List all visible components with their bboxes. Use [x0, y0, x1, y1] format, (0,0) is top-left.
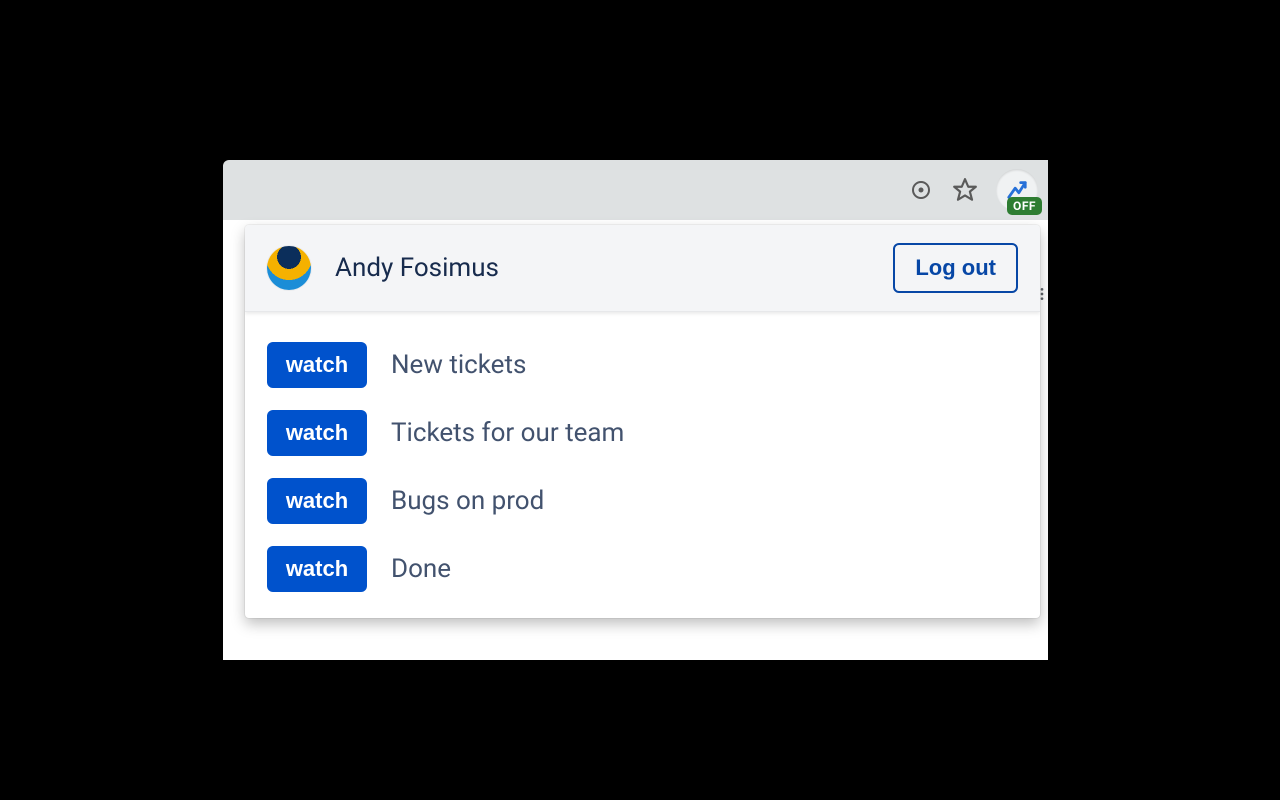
watch-button[interactable]: watch — [267, 342, 367, 388]
filter-label: Bugs on prod — [391, 486, 544, 516]
list-item: watch Bugs on prod — [267, 478, 1018, 524]
filter-label: Tickets for our team — [391, 418, 624, 448]
browser-toolbar: OFF — [223, 160, 1048, 220]
avatar — [267, 246, 311, 290]
user-name: Andy Fosimus — [335, 253, 893, 283]
list-item: watch Tickets for our team — [267, 410, 1018, 456]
extension-badge: OFF — [1007, 197, 1042, 215]
target-icon[interactable] — [908, 177, 934, 203]
filter-label: Done — [391, 554, 451, 584]
popup-header: Andy Fosimus Log out — [245, 225, 1040, 312]
logout-button[interactable]: Log out — [893, 243, 1018, 293]
watch-button[interactable]: watch — [267, 410, 367, 456]
list-item: watch New tickets — [267, 342, 1018, 388]
filter-label: New tickets — [391, 350, 526, 380]
star-icon[interactable] — [952, 177, 978, 203]
list-item: watch Done — [267, 546, 1018, 592]
extension-popup: Andy Fosimus Log out watch New tickets w… — [245, 225, 1040, 618]
watch-button[interactable]: watch — [267, 546, 367, 592]
popup-body: watch New tickets watch Tickets for our … — [245, 312, 1040, 618]
extension-icon[interactable]: OFF — [996, 169, 1038, 211]
watch-button[interactable]: watch — [267, 478, 367, 524]
